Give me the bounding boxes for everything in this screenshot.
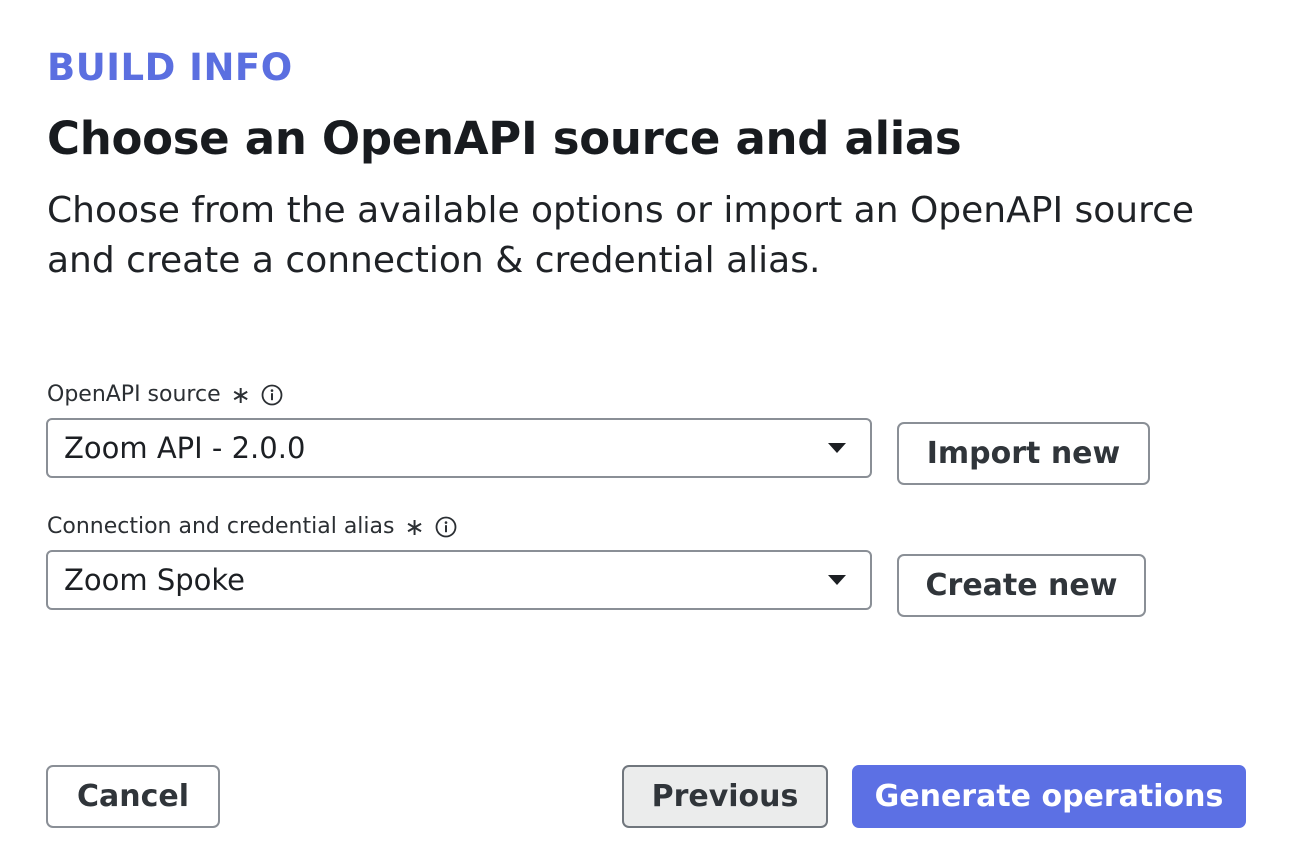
alias-value: Zoom Spoke (64, 563, 245, 597)
alias-select[interactable]: Zoom Spoke (46, 550, 872, 610)
cancel-button[interactable]: Cancel (46, 765, 220, 828)
required-asterisk-icon: ∗ (230, 381, 251, 409)
alias-label-text: Connection and credential alias (47, 514, 395, 539)
page-description: Choose from the available options or imp… (47, 190, 1195, 281)
generate-operations-button[interactable]: Generate operations (852, 765, 1246, 828)
openapi-source-select[interactable]: Zoom API - 2.0.0 (46, 418, 872, 478)
info-icon[interactable] (261, 384, 283, 406)
create-new-button[interactable]: Create new (897, 554, 1146, 617)
page-title: Choose an OpenAPI source and alias (47, 112, 962, 165)
caret-down-icon (828, 443, 846, 453)
eyebrow-heading: BUILD INFO (47, 46, 293, 89)
openapi-source-label-text: OpenAPI source (47, 382, 221, 407)
caret-down-icon (828, 575, 846, 585)
alias-label: Connection and credential alias ∗ (47, 513, 457, 541)
openapi-source-label: OpenAPI source ∗ (47, 381, 283, 409)
openapi-source-value: Zoom API - 2.0.0 (64, 431, 306, 465)
info-icon[interactable] (435, 516, 457, 538)
previous-button[interactable]: Previous (622, 765, 828, 828)
required-asterisk-icon: ∗ (404, 513, 425, 541)
import-new-button[interactable]: Import new (897, 422, 1150, 485)
